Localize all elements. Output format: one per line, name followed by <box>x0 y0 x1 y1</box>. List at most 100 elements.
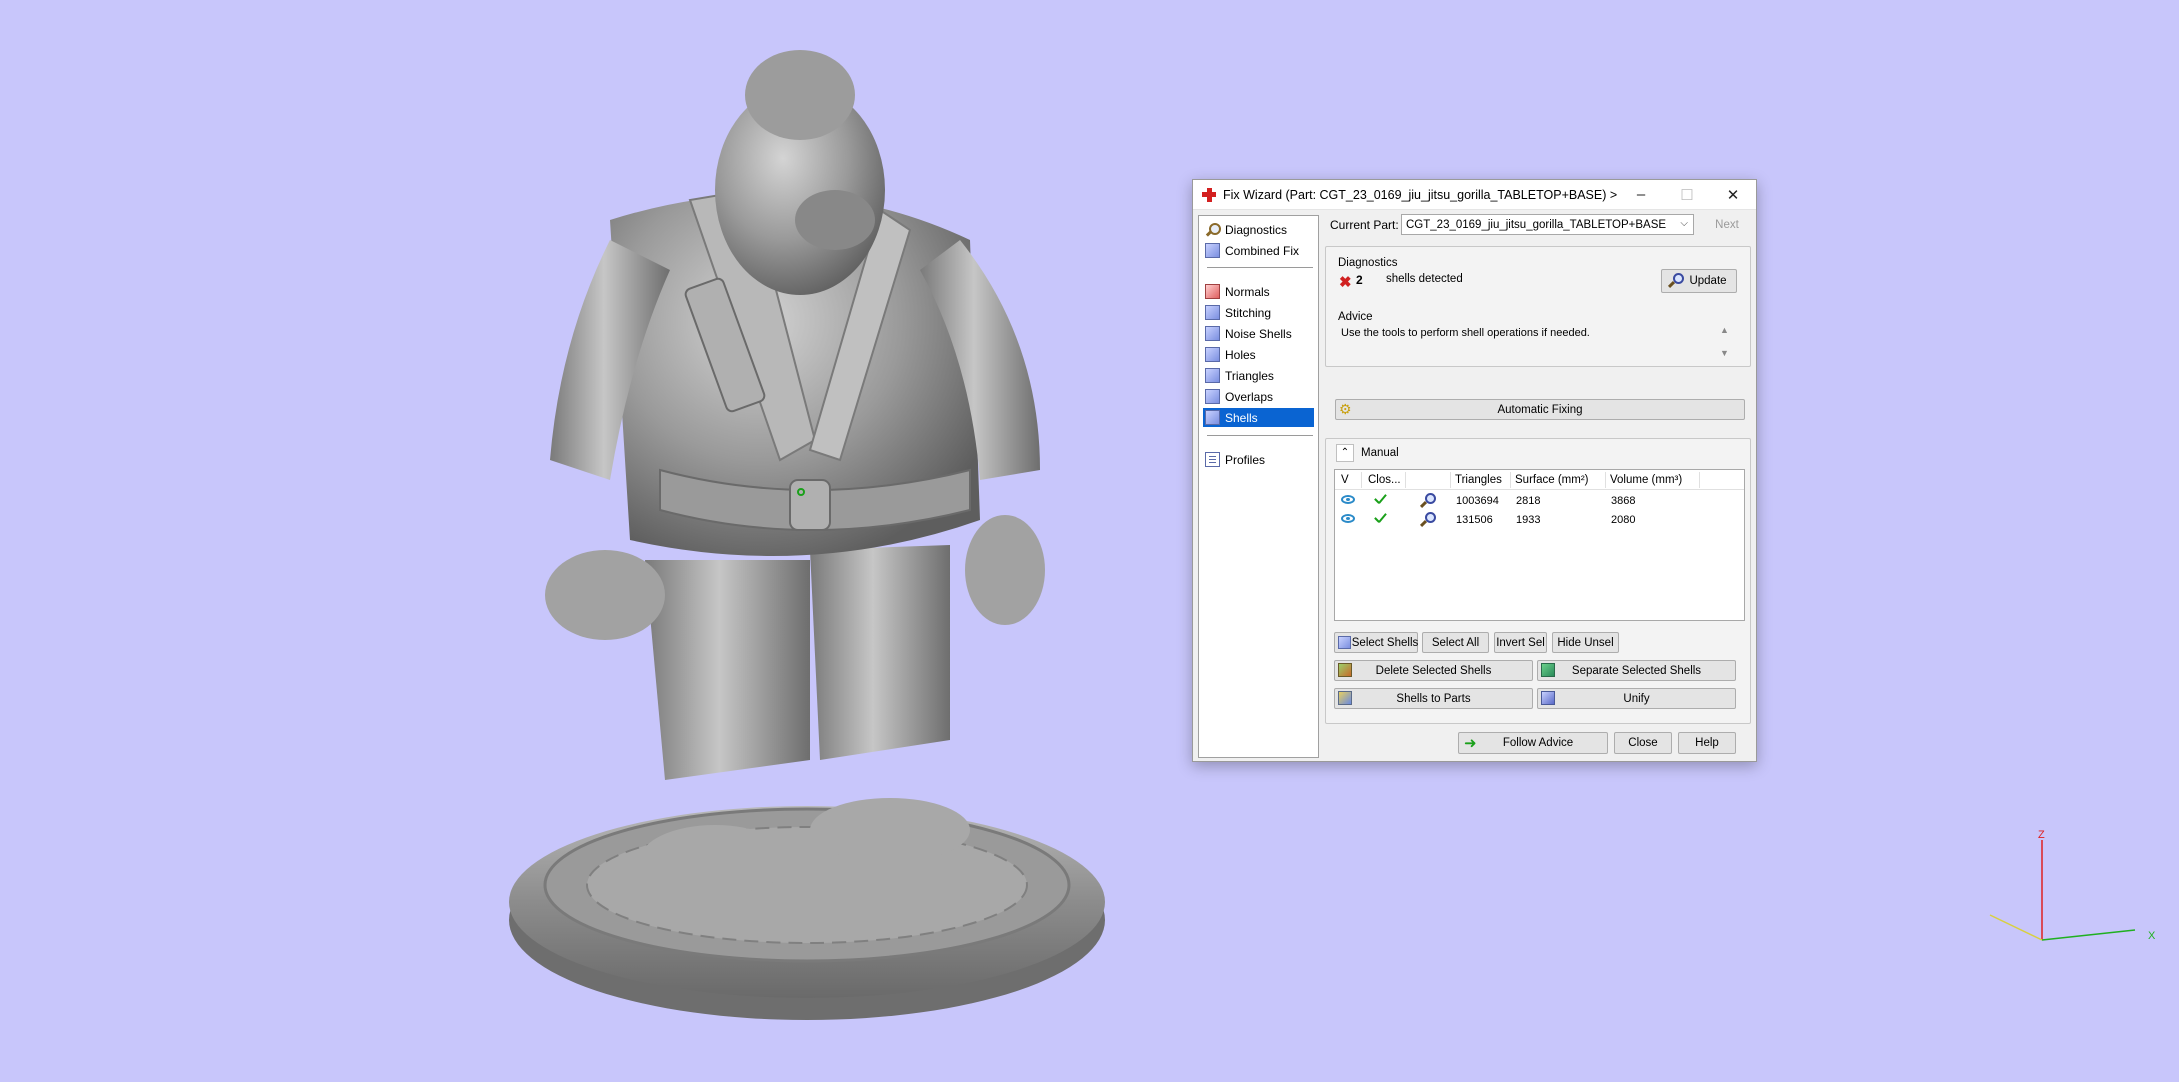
nav-item-overlaps[interactable]: Overlaps <box>1203 387 1314 406</box>
dialog-title: Fix Wizard (Part: CGT_23_0169_jiu_jitsu_… <box>1223 187 1618 202</box>
table-header-row: V Clos... Triangles Surface (mm²) Volume… <box>1335 470 1744 490</box>
current-part-label: Current Part: <box>1330 218 1399 232</box>
maximize-button: ☐ <box>1680 186 1694 204</box>
separate-selected-shells-button[interactable]: Separate Selected Shells <box>1537 660 1736 681</box>
axis-triad: Z X <box>1989 829 2156 942</box>
nav-item-label: Noise Shells <box>1225 326 1292 341</box>
follow-advice-label: Follow Advice <box>1502 737 1574 749</box>
shell-count: 2 <box>1356 273 1363 287</box>
cell-surface: 2818 <box>1516 495 1541 507</box>
table-row[interactable]: 131506 1933 2080 <box>1335 511 1744 529</box>
shells-detected-text: shells detected <box>1386 273 1463 285</box>
shells-to-parts-label: Shells to Parts <box>1396 692 1471 705</box>
nav-divider <box>1207 435 1313 436</box>
cell-volume: 2080 <box>1611 514 1636 526</box>
close-button[interactable]: Close <box>1614 732 1672 754</box>
check-icon <box>1373 513 1387 525</box>
invert-sel-button[interactable]: Invert Sel <box>1494 632 1547 653</box>
automatic-fixing-button[interactable]: ⚙ Automatic Fixing <box>1335 399 1745 420</box>
col-visible[interactable]: V <box>1341 474 1349 486</box>
green-arrow-icon: ➜ <box>1464 735 1477 752</box>
current-part-value: CGT_23_0169_jiu_jitsu_gorilla_TABLETOP+B… <box>1406 218 1667 231</box>
nav-item-label: Overlaps <box>1225 389 1274 404</box>
eye-icon[interactable] <box>1341 495 1355 504</box>
nav-item-shells[interactable]: Shells <box>1203 408 1314 427</box>
triangles-icon <box>1205 368 1220 383</box>
shells-table: V Clos... Triangles Surface (mm²) Volume… <box>1334 469 1745 621</box>
inspect-icon[interactable] <box>1419 493 1436 508</box>
cell-triangles: 131506 <box>1456 514 1493 526</box>
fix-wizard-cross-icon <box>1201 187 1217 203</box>
advice-group-label: Advice <box>1338 311 1373 323</box>
invert-sel-label: Invert Sel <box>1496 636 1545 649</box>
select-all-button[interactable]: Select All <box>1422 632 1489 653</box>
follow-advice-button[interactable]: ➜ Follow Advice <box>1458 732 1608 754</box>
nav-item-profiles[interactable]: Profiles <box>1203 450 1314 469</box>
delete-selected-shells-button[interactable]: Delete Selected Shells <box>1334 660 1533 681</box>
axis-z-label: Z <box>2038 829 2045 841</box>
col-surface[interactable]: Surface (mm²) <box>1515 474 1588 486</box>
nav-item-noise-shells[interactable]: Noise Shells <box>1203 324 1314 343</box>
help-button[interactable]: Help <box>1678 732 1736 754</box>
shells-to-parts-icon <box>1338 691 1352 705</box>
overlaps-icon <box>1205 389 1220 404</box>
nav-item-holes[interactable]: Holes <box>1203 345 1314 364</box>
magnifier-icon <box>1205 222 1221 237</box>
nav-item-triangles[interactable]: Triangles <box>1203 366 1314 385</box>
hide-unsel-button[interactable]: Hide Unsel <box>1552 632 1619 653</box>
nav-item-label: Profiles <box>1225 452 1266 467</box>
unify-button[interactable]: Unify <box>1537 688 1736 709</box>
nav-item-label: Stitching <box>1225 305 1272 320</box>
select-shells-button[interactable]: Select Shells <box>1334 632 1418 653</box>
eye-icon[interactable] <box>1341 514 1355 523</box>
unify-label: Unify <box>1623 692 1650 705</box>
manual-panel: ⌃ Manual V Clos... Triangles Surface (mm… <box>1325 438 1751 724</box>
minimize-button[interactable]: – <box>1618 180 1664 210</box>
shells-icon <box>1205 410 1220 425</box>
diagnostics-advice-panel: Diagnostics ✖ 2 shells detected Update A… <box>1325 246 1751 367</box>
gorilla-model-render[interactable] <box>480 40 1120 1030</box>
shells-to-parts-button[interactable]: Shells to Parts <box>1334 688 1533 709</box>
col-volume[interactable]: Volume (mm³) <box>1610 474 1682 486</box>
nav-item-stitching[interactable]: Stitching <box>1203 303 1314 322</box>
nav-item-diagnostics[interactable]: Diagnostics <box>1203 220 1314 239</box>
current-part-dropdown[interactable]: CGT_23_0169_jiu_jitsu_gorilla_TABLETOP+B… <box>1401 214 1694 235</box>
axis-x-label: X <box>2148 930 2156 942</box>
table-row[interactable]: 1003694 2818 3868 <box>1335 492 1744 510</box>
chevron-down-icon: ⌵ <box>1680 218 1688 229</box>
next-button: Next <box>1715 219 1739 231</box>
nav-item-combined-fix[interactable]: Combined Fix <box>1203 241 1314 260</box>
cell-volume: 3868 <box>1611 495 1636 507</box>
nav-item-normals[interactable]: Normals <box>1203 282 1314 301</box>
cell-surface: 1933 <box>1516 514 1541 526</box>
scroll-down-icon[interactable]: ▼ <box>1720 348 1729 358</box>
check-icon <box>1373 494 1387 506</box>
unify-icon <box>1541 691 1555 705</box>
manual-label: Manual <box>1361 447 1399 459</box>
close-window-button[interactable]: ✕ <box>1710 180 1756 210</box>
nav-item-label: Diagnostics <box>1225 222 1288 237</box>
help-label: Help <box>1695 737 1719 749</box>
nav-item-label: Shells <box>1225 410 1258 425</box>
normals-icon <box>1205 284 1220 299</box>
delete-shells-icon <box>1338 663 1352 677</box>
inspect-icon[interactable] <box>1419 512 1436 527</box>
separate-shells-icon <box>1541 663 1555 677</box>
3d-viewport[interactable]: Z X <box>0 0 2179 1082</box>
collapse-icon[interactable]: ⌃ <box>1336 444 1354 462</box>
noise-shells-icon <box>1205 326 1220 341</box>
select-all-label: Select All <box>1431 636 1480 649</box>
scroll-up-icon[interactable]: ▲ <box>1720 325 1729 335</box>
update-button[interactable]: Update <box>1661 269 1737 293</box>
diagnostics-group-label: Diagnostics <box>1338 257 1398 269</box>
select-shells-label: Select Shells <box>1351 636 1419 649</box>
fix-wizard-dialog: Fix Wizard (Part: CGT_23_0169_jiu_jitsu_… <box>1192 179 1757 762</box>
col-triangles[interactable]: Triangles <box>1455 474 1502 486</box>
delete-selected-label: Delete Selected Shells <box>1375 664 1492 677</box>
cell-triangles: 1003694 <box>1456 495 1499 507</box>
col-closed[interactable]: Clos... <box>1368 474 1401 486</box>
gears-icon: ⚙ <box>1339 401 1352 417</box>
nav-divider <box>1207 267 1313 268</box>
update-button-label: Update <box>1689 275 1727 287</box>
dialog-titlebar[interactable]: Fix Wizard (Part: CGT_23_0169_jiu_jitsu_… <box>1193 180 1756 210</box>
